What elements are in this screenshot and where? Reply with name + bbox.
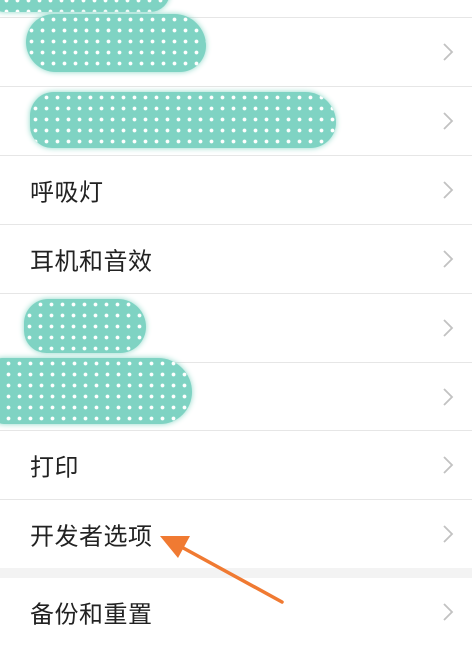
arrow-annotation-icon (160, 536, 284, 604)
settings-screen: 呼吸灯 耳机和音效 打印 开发者选项 备份和重置 (0, 0, 472, 646)
